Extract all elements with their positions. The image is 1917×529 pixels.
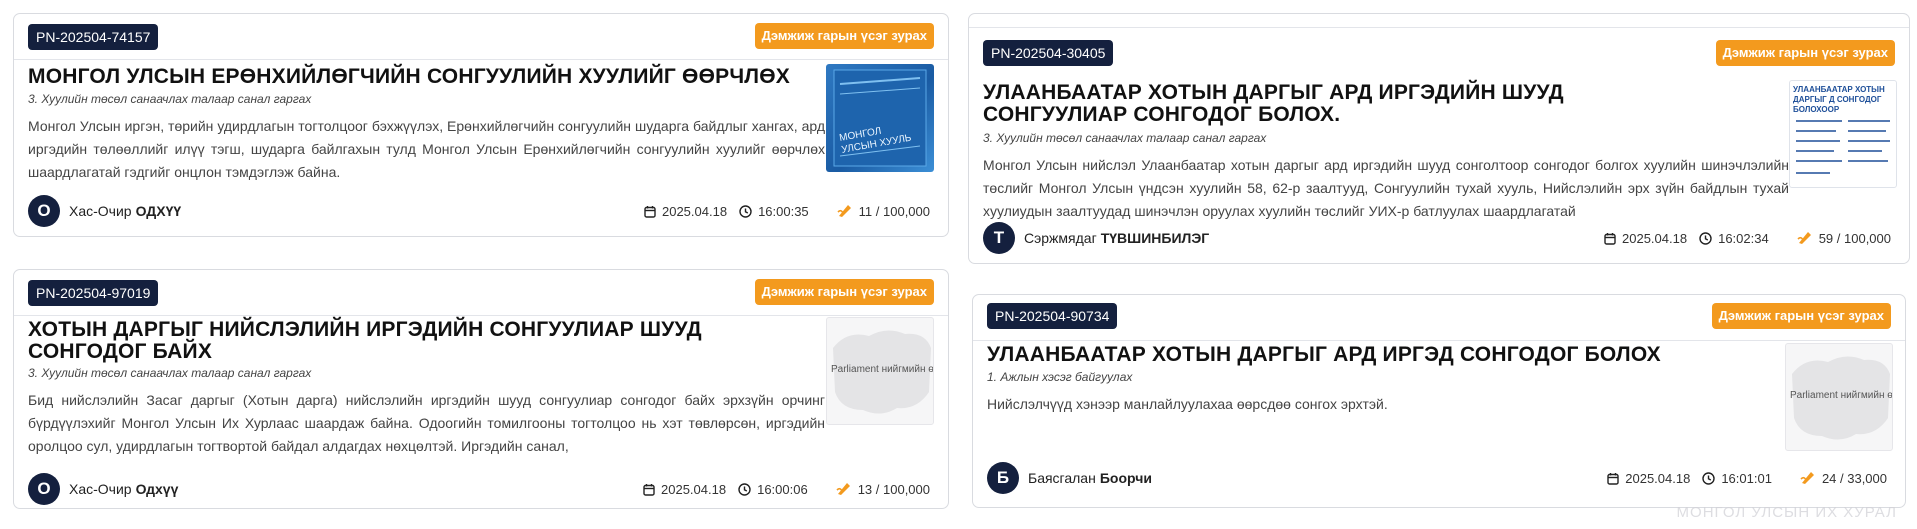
signature-count: 24 / 33,000 — [1800, 471, 1887, 486]
support-sign-button[interactable]: Дэмжиж гарын үсэг зурах — [1715, 40, 1895, 66]
petition-thumbnail[interactable]: Parliament нийгмийн өгөө — [1785, 343, 1893, 451]
time: 16:01:01 — [1702, 471, 1772, 486]
petition-card[interactable]: PN-202504-97019 Дэмжиж гарын үсэг зурах … — [13, 269, 949, 509]
petition-card[interactable]: PN-202504-74157 Дэмжиж гарын үсэг зурах … — [13, 13, 949, 237]
signature-count: 13 / 100,000 — [836, 482, 930, 497]
petition-description: Монгол Улсын нийслэл Улаанбаатар хотын д… — [983, 157, 1789, 219]
document-lines-image — [1796, 120, 1890, 174]
calendar-icon — [1607, 472, 1619, 485]
petition-card[interactable]: PN-202504-90734 Дэмжиж гарын үсэг зурах … — [972, 294, 1906, 508]
author-name: Сэржмядаг ТҮВШИНБИЛЭГ — [1024, 230, 1210, 246]
petition-category: 3. Хуулийн төсөл санаачлах талаар санал … — [28, 366, 312, 380]
petition-title[interactable]: УЛААНБААТАР ХОТЫН ДАРГЫГ АРД ИРГЭДИЙН ШУ… — [983, 82, 1683, 126]
thumbnail-caption: Parliament нийгмийн өгөө — [831, 364, 934, 375]
petition-number-badge: PN-202504-74157 — [28, 24, 159, 50]
avatar: Б — [987, 462, 1019, 494]
petition-description: Нийслэлчүүд хэнээр манлайлуулахаа өөрсдө… — [987, 396, 1388, 412]
card-header: PN-202504-30405 Дэмжиж гарын үсэг зурах — [969, 27, 1909, 73]
petition-category: 3. Хуулийн төсөл санаачлах талаар санал … — [983, 131, 1267, 145]
card-header: PN-202504-74157 Дэмжиж гарын үсэг зурах — [14, 14, 948, 60]
petition-meta: 2025.04.18 16:00:35 11 / 100,000 — [632, 201, 930, 221]
clock-icon — [738, 482, 751, 496]
avatar: О — [28, 473, 60, 505]
date: 2025.04.18 — [1607, 471, 1690, 486]
petition-meta: 2025.04.18 16:01:01 24 / 33,000 — [1595, 468, 1887, 488]
petition-category: 1. Ажлын хэсэг байгуулах — [987, 370, 1133, 384]
support-sign-button[interactable]: Дэмжиж гарын үсэг зурах — [754, 279, 934, 305]
signature-count: 59 / 100,000 — [1797, 231, 1891, 246]
calendar-icon — [1604, 232, 1616, 245]
watermark: МОНГОЛ УЛСЫН ИХ ХУРАЛ — [1676, 504, 1897, 521]
petition-category: 3. Хуулийн төсөл санаачлах талаар санал … — [28, 92, 312, 106]
signature-pen-icon — [837, 205, 851, 217]
petition-title[interactable]: УЛААНБААТАР ХОТЫН ДАРГЫГ АРД ИРГЭД СОНГО… — [987, 344, 1767, 366]
petition-thumbnail[interactable]: Parliament нийгмийн өгөө — [826, 317, 934, 425]
support-sign-button[interactable]: Дэмжиж гарын үсэг зурах — [1711, 303, 1891, 329]
author[interactable]: О Хас-Очир ОДХҮҮ — [28, 195, 181, 227]
petition-card[interactable]: PN-202504-30405 Дэмжиж гарын үсэг зурах … — [968, 13, 1910, 264]
avatar: О — [28, 195, 60, 227]
author[interactable]: Б Баясгалан Боорчи — [987, 462, 1152, 494]
petition-meta: 2025.04.18 16:00:06 13 / 100,000 — [631, 479, 930, 499]
petition-thumbnail[interactable]: МОНГОЛ УЛСЫН ХУУЛЬ — [826, 64, 934, 172]
card-header: PN-202504-97019 Дэмжиж гарын үсэг зурах — [14, 270, 948, 316]
signature-pen-icon — [1797, 232, 1811, 244]
time: 16:00:06 — [738, 482, 808, 497]
calendar-icon — [644, 205, 656, 218]
card-header: PN-202504-90734 Дэмжиж гарын үсэг зурах — [973, 295, 1905, 341]
petition-title[interactable]: МОНГОЛ УЛСЫН ЕРӨНХИЙЛӨГЧИЙН СОНГУУЛИЙН Х… — [28, 66, 828, 88]
time: 16:02:34 — [1699, 231, 1769, 246]
author-name: Баясгалан Боорчи — [1028, 470, 1152, 486]
avatar: Т — [983, 222, 1015, 254]
date: 2025.04.18 — [1604, 231, 1687, 246]
petition-meta: 2025.04.18 16:02:34 59 / 100,000 — [1592, 228, 1891, 248]
petition-number-badge: PN-202504-90734 — [987, 303, 1118, 329]
petition-description: Бид нийслэлийн Засаг даргыг (Хотын дарга… — [28, 392, 825, 454]
petition-thumbnail[interactable]: УЛААНБААТАР ХОТЫН ДАРГЫГ Д СОНГОДОГ БОЛО… — [1789, 80, 1897, 188]
date: 2025.04.18 — [643, 482, 726, 497]
clock-icon — [1702, 471, 1716, 485]
support-sign-button[interactable]: Дэмжиж гарын үсэг зурах — [754, 23, 934, 49]
author-name: Хас-Очир ОДХҮҮ — [69, 203, 182, 219]
signature-pen-icon — [836, 483, 850, 495]
date: 2025.04.18 — [644, 204, 727, 219]
petition-number-badge: PN-202504-30405 — [983, 40, 1114, 66]
author[interactable]: О Хас-Очир Одхүү — [28, 473, 178, 505]
signature-count: 11 / 100,000 — [837, 204, 930, 219]
clock-icon — [739, 204, 752, 218]
petition-description: Монгол Улсын иргэн, төрийн удирдлагын то… — [28, 118, 825, 180]
time: 16:00:35 — [739, 204, 809, 219]
thumbnail-caption: Parliament нийгмийн өгөө — [1790, 390, 1893, 401]
petition-number-badge: PN-202504-97019 — [28, 280, 159, 306]
author-name: Хас-Очир Одхүү — [69, 481, 179, 497]
petition-title[interactable]: ХОТЫН ДАРГЫГ НИЙСЛЭЛИЙН ИРГЭДИЙН СОНГУУЛ… — [28, 319, 808, 363]
author[interactable]: Т Сэржмядаг ТҮВШИНБИЛЭГ — [983, 222, 1209, 254]
calendar-icon — [643, 483, 655, 496]
signature-pen-icon — [1800, 472, 1814, 484]
clock-icon — [1699, 231, 1712, 245]
